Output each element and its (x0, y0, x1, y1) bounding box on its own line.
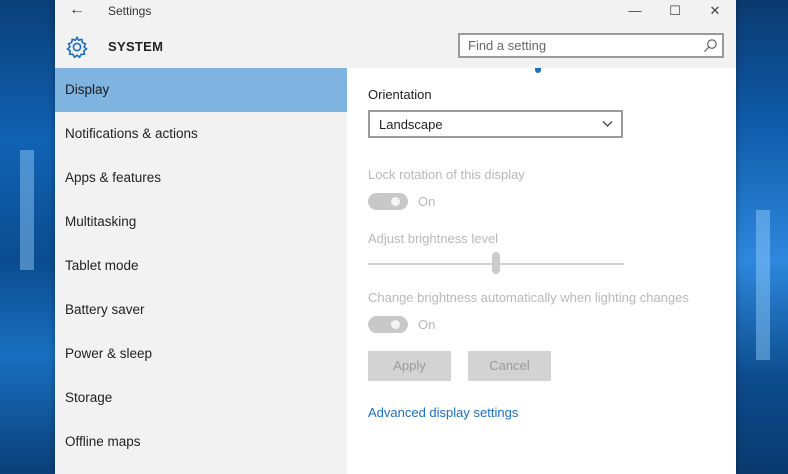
auto-brightness-state: On (418, 317, 436, 332)
auto-brightness-label: Change brightness automatically when lig… (368, 290, 689, 305)
cancel-button[interactable]: Cancel (468, 351, 551, 381)
sidebar-item-notifications[interactable]: Notifications & actions (55, 112, 347, 156)
orientation-value: Landscape (379, 117, 443, 132)
sidebar-item-apps[interactable]: Apps & features (55, 156, 347, 200)
chevron-down-icon (602, 121, 613, 127)
minimize-button[interactable]: — (615, 0, 655, 22)
sidebar: Display Notifications & actions Apps & f… (55, 68, 347, 474)
app-title: Settings (108, 4, 152, 18)
lock-rotation-state: On (418, 194, 436, 209)
brightness-slider-thumb[interactable] (492, 252, 500, 274)
sidebar-item-storage[interactable]: Storage (55, 376, 347, 420)
sidebar-item-display[interactable]: Display (55, 68, 347, 112)
search-box[interactable] (458, 33, 724, 58)
back-button[interactable]: ← (65, 0, 89, 22)
advanced-display-settings-link[interactable]: Advanced display settings (368, 405, 518, 420)
toggle-knob (391, 197, 400, 206)
close-button[interactable]: ✕ (695, 0, 735, 22)
sidebar-item-power-sleep[interactable]: Power & sleep (55, 332, 347, 376)
orientation-label: Orientation (368, 87, 432, 102)
search-input[interactable] (460, 35, 704, 56)
brightness-label: Adjust brightness level (368, 231, 499, 246)
apply-button[interactable]: Apply (368, 351, 451, 381)
lock-rotation-toggle[interactable] (368, 193, 408, 210)
gear-icon (66, 35, 88, 59)
title-bar: ← Settings — ☐ ✕ SYSTEM (55, 0, 736, 68)
sidebar-item-multitasking[interactable]: Multitasking (55, 200, 347, 244)
toggle-knob (391, 320, 400, 329)
settings-window: ← Settings — ☐ ✕ SYSTEM Display Notifica… (55, 0, 736, 474)
section-title: SYSTEM (108, 39, 164, 54)
maximize-button[interactable]: ☐ (655, 0, 695, 22)
sidebar-item-battery-saver[interactable]: Battery saver (55, 288, 347, 332)
sidebar-item-tablet-mode[interactable]: Tablet mode (55, 244, 347, 288)
search-icon[interactable] (703, 38, 718, 53)
lock-rotation-label: Lock rotation of this display (368, 167, 525, 182)
wallpaper-light-beam (756, 210, 770, 360)
sidebar-item-offline-maps[interactable]: Offline maps (55, 420, 347, 464)
auto-brightness-toggle[interactable] (368, 316, 408, 333)
display-settings-panel: Orientation Landscape Lock rotation of t… (347, 68, 736, 474)
orientation-dropdown[interactable]: Landscape (368, 110, 623, 138)
wallpaper-light-beam (20, 150, 34, 270)
scroll-indicator (535, 68, 541, 73)
